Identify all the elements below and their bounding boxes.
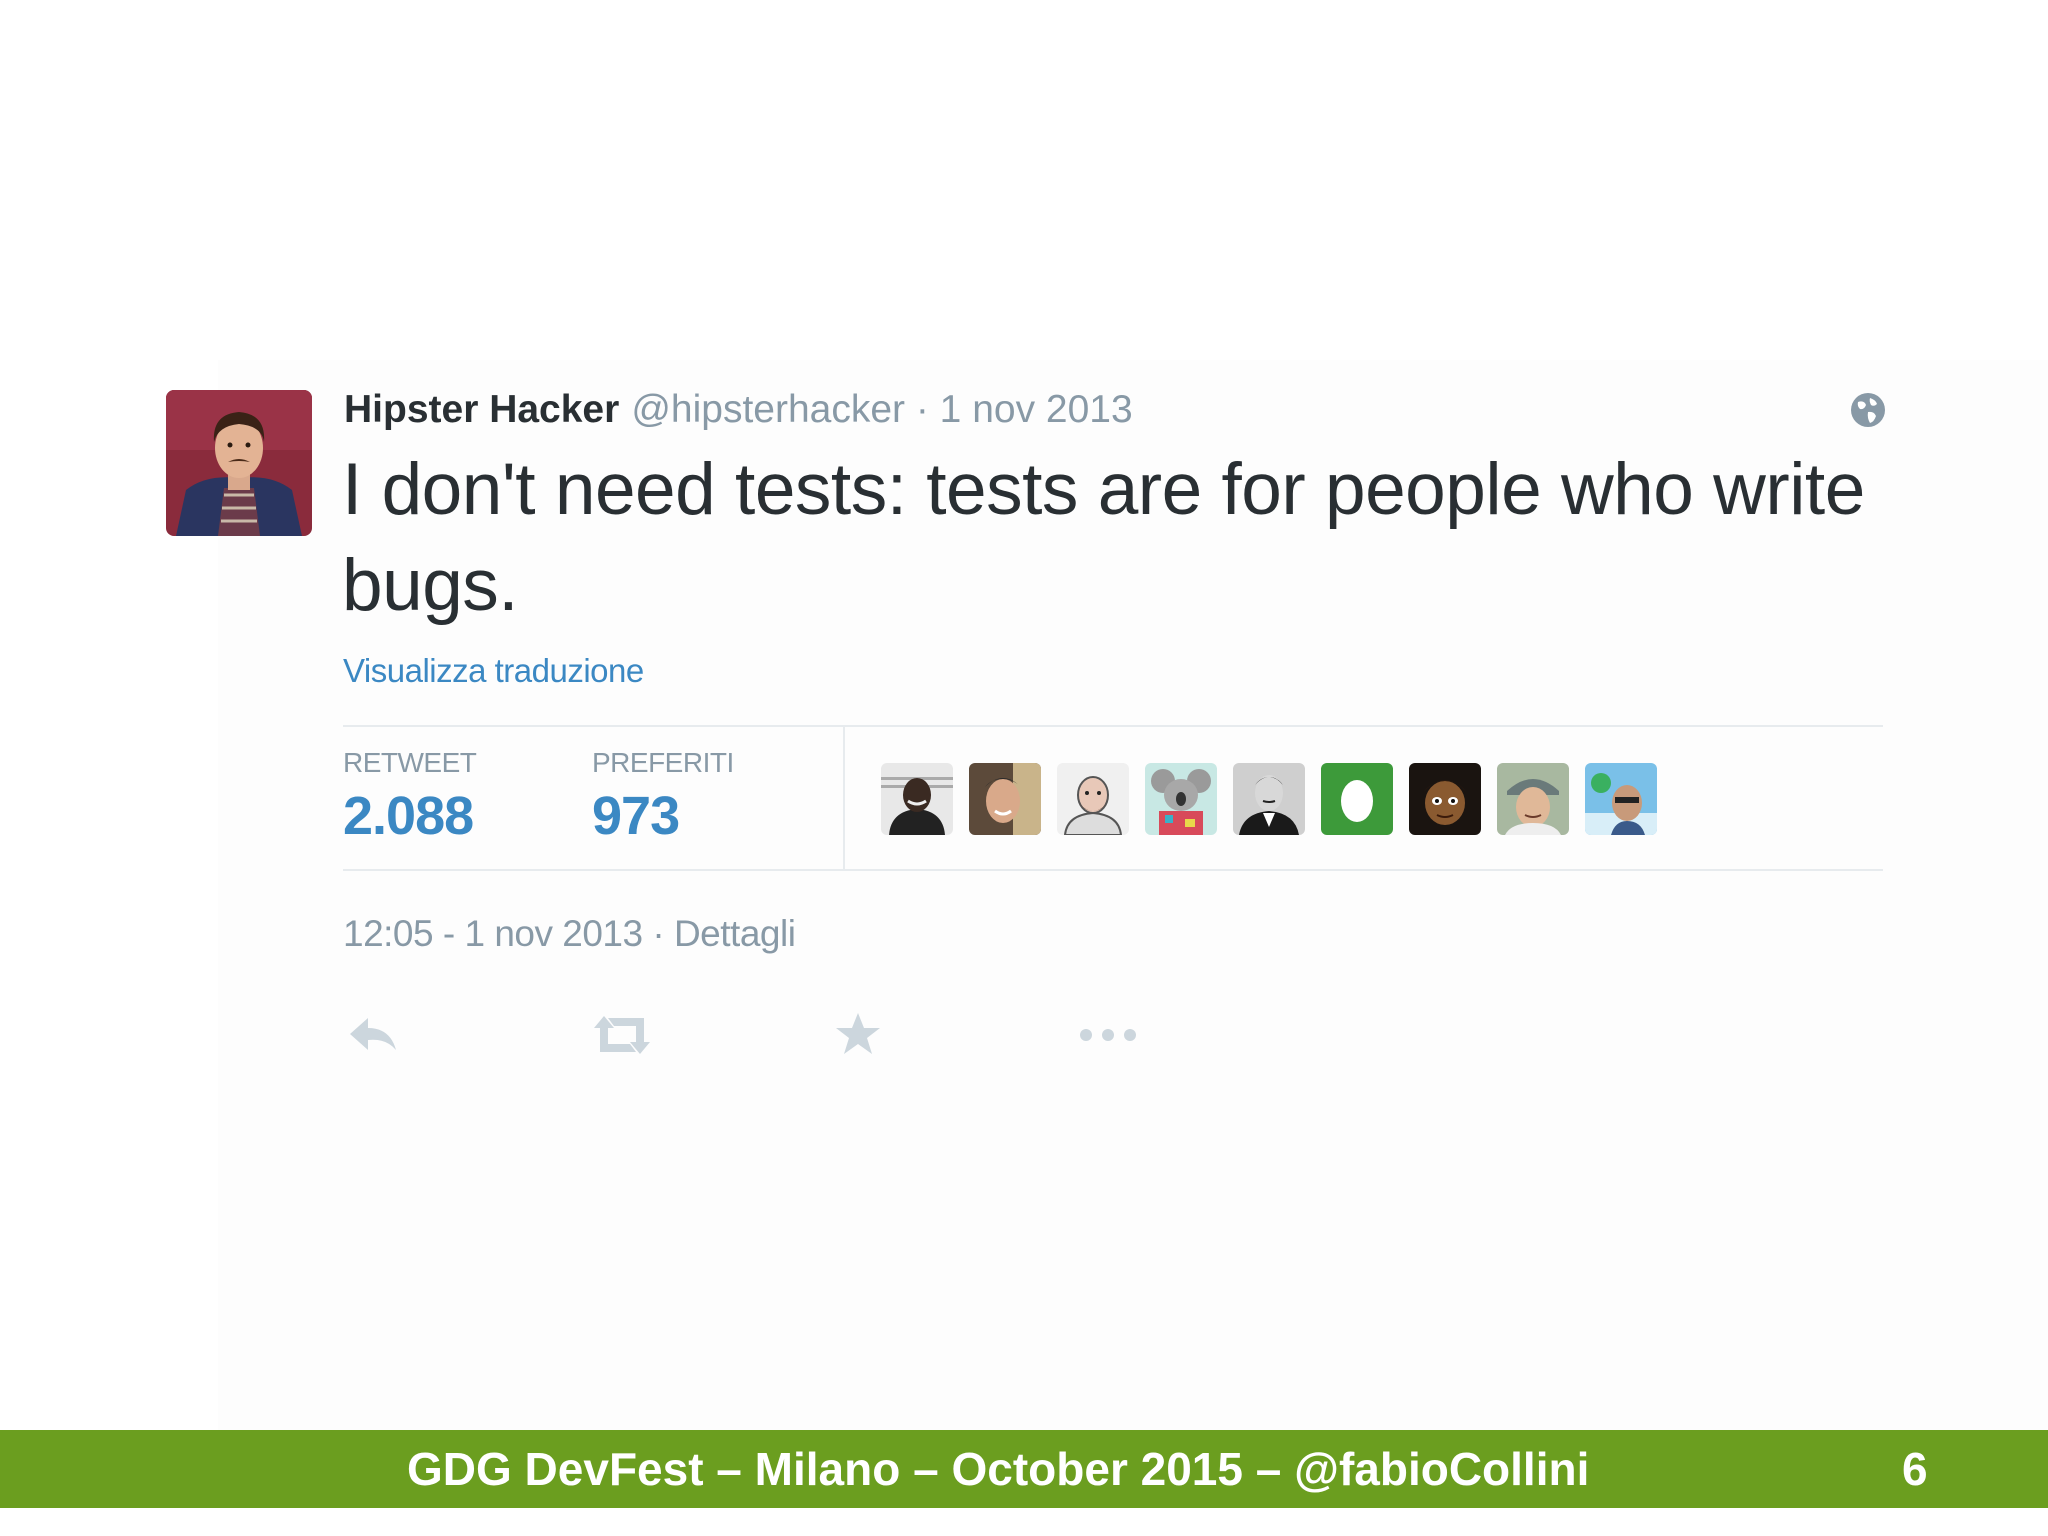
stats-divider	[843, 727, 845, 869]
retweet-label: RETWEET	[343, 747, 477, 778]
favoriter-avatar[interactable]	[1409, 763, 1481, 835]
favorites-count: 973	[592, 786, 680, 846]
author-handle-date[interactable]: @hipsterhacker · 1 nov 2013	[631, 388, 1132, 431]
translate-link[interactable]: Visualizza traduzione	[343, 652, 644, 690]
author-avatar[interactable]	[166, 390, 312, 536]
stats-row: RETWEET 2.088 PREFERITI 973	[343, 725, 1883, 871]
favoriter-avatar[interactable]	[881, 763, 953, 835]
slide-content: Hipster Hacker @hipsterhacker · 1 nov 201…	[0, 0, 2048, 1430]
favoriter-avatar[interactable]	[1233, 763, 1305, 835]
favorites-stat[interactable]: PREFERITI 973	[592, 747, 734, 847]
retweet-icon[interactable]	[590, 1010, 654, 1060]
favorites-label: PREFERITI	[592, 747, 734, 778]
favorite-icon[interactable]	[833, 1010, 883, 1060]
tweet-text: I don't need tests: tests are for people…	[342, 449, 1865, 626]
favoriter-avatar[interactable]	[1321, 763, 1393, 835]
retweet-count: 2.088	[343, 786, 474, 846]
page-number: 6	[1902, 1443, 1928, 1495]
favoriter-avatar[interactable]	[1497, 763, 1569, 835]
tweet-header: Hipster Hacker @hipsterhacker · 1 nov 201…	[344, 385, 1133, 435]
tweet-timestamp[interactable]: 12:05 - 1 nov 2013 · Dettagli	[343, 913, 796, 955]
favoriter-avatar[interactable]	[969, 763, 1041, 835]
author-name[interactable]: Hipster Hacker	[344, 388, 619, 431]
favoriter-avatar[interactable]	[1145, 763, 1217, 835]
retweet-stat[interactable]: RETWEET 2.088	[343, 747, 477, 847]
reply-icon[interactable]	[346, 1010, 400, 1060]
globe-icon	[1850, 392, 1886, 428]
slide-footer: GDG DevFest – Milano – October 2015 – @f…	[0, 1430, 2048, 1508]
favoriter-avatar[interactable]	[1585, 763, 1657, 835]
more-icon[interactable]	[1076, 1010, 1140, 1060]
favoriter-avatar[interactable]	[1057, 763, 1129, 835]
footer-text: GDG DevFest – Milano – October 2015 – @f…	[407, 1443, 1590, 1495]
